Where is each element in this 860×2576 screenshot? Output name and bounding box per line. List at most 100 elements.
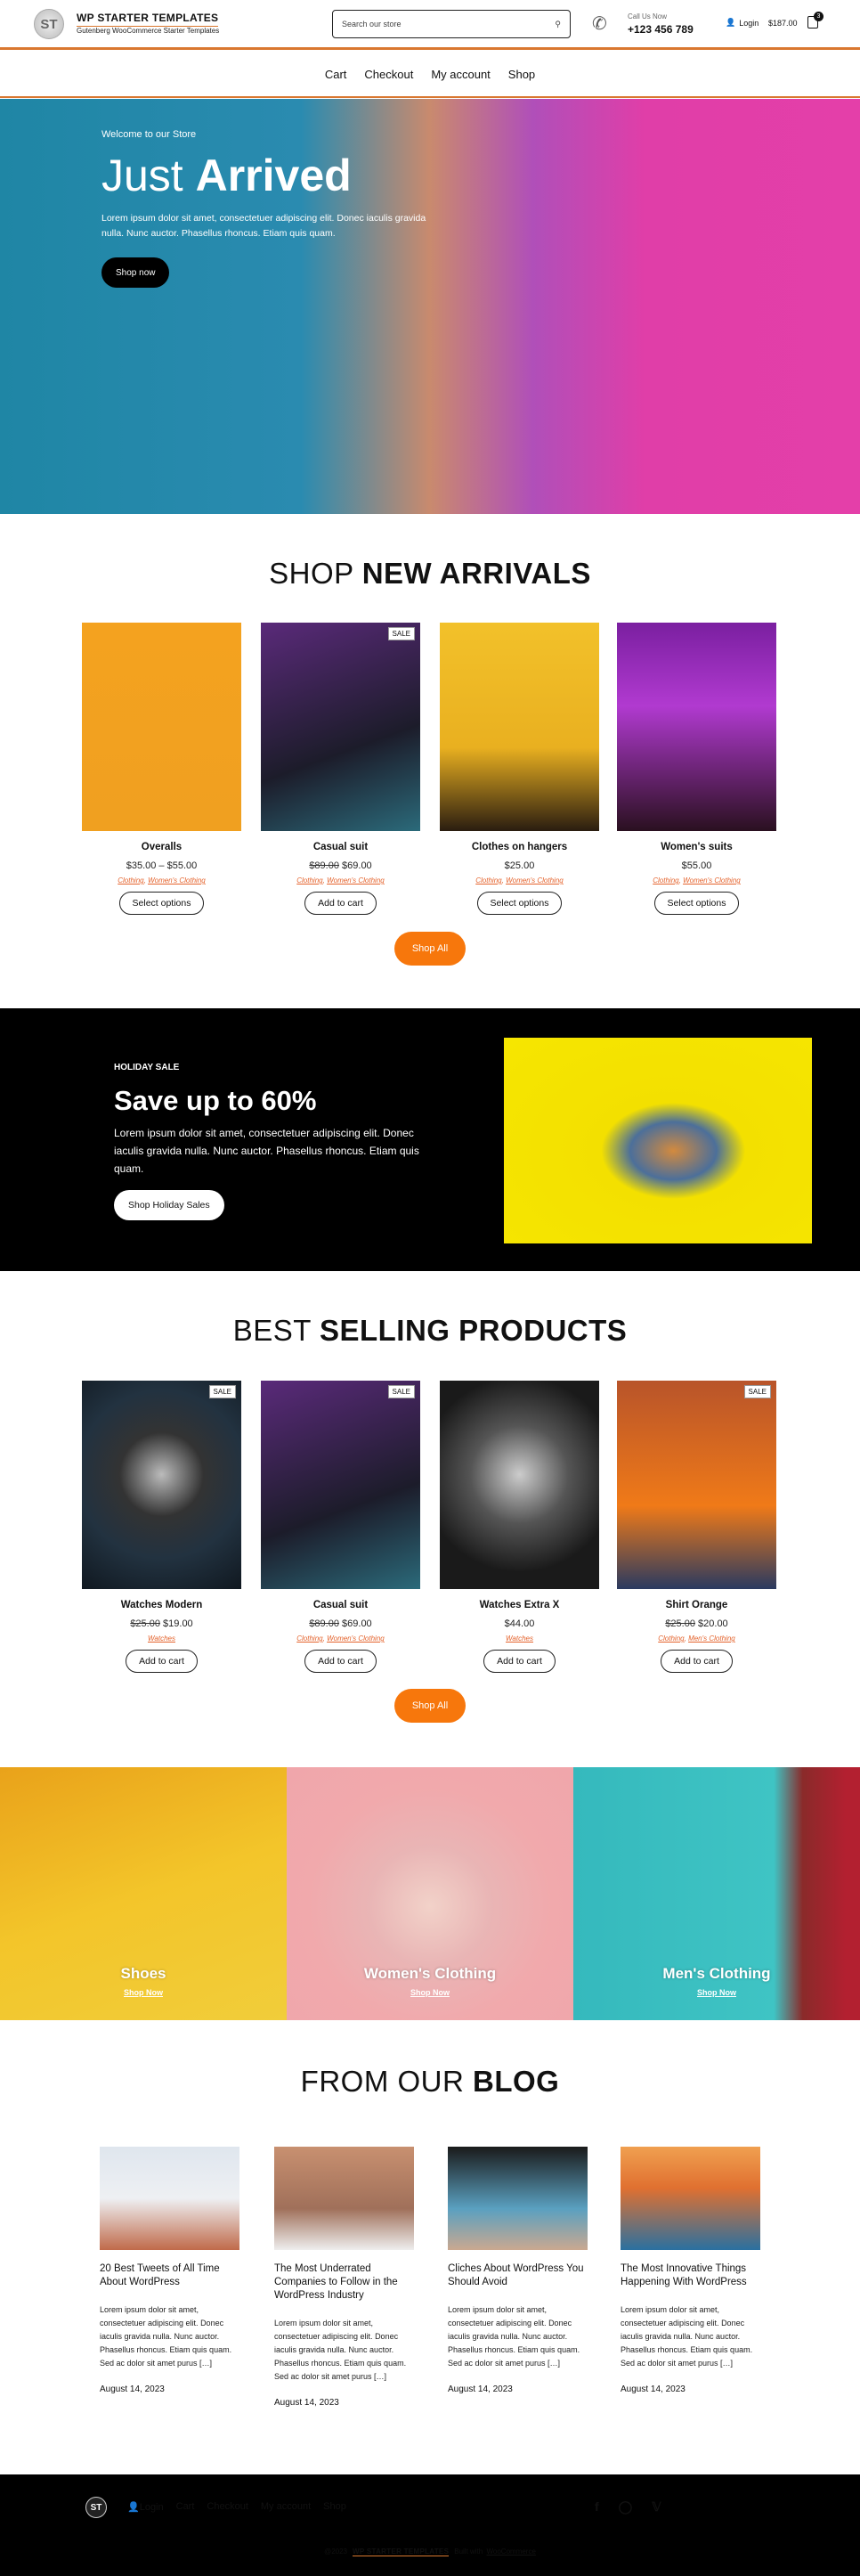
heading-bold: SELLING PRODUCTS [319, 1314, 628, 1347]
category-shoes[interactable]: Shoes Shop Now [0, 1767, 287, 2020]
product-image[interactable]: SALE [261, 623, 420, 831]
footer-nav-cart[interactable]: Cart [176, 2501, 195, 2513]
product-price: $55.00 [617, 860, 776, 871]
product-image[interactable]: SALE [261, 1381, 420, 1589]
product-action-button[interactable]: Add to cart [304, 1650, 377, 1673]
site-logo[interactable]: ST [34, 9, 64, 39]
category-name: Shoes [120, 1965, 166, 1982]
category-name: Women's Clothing [363, 1965, 497, 1982]
product-image[interactable] [617, 623, 776, 831]
facebook-icon[interactable]: f [595, 2499, 599, 2515]
product-categories: Clothing, Women's Clothing [475, 876, 564, 884]
category-link[interactable]: Clothing [118, 876, 143, 884]
category-link[interactable]: Clothing [658, 1634, 684, 1643]
footer-nav-checkout[interactable]: Checkout [207, 2501, 247, 2513]
product-action-button[interactable]: Add to cart [661, 1650, 733, 1673]
blog-post-title[interactable]: The Most Underrated Companies to Follow … [274, 2262, 417, 2303]
category-link[interactable]: Women's Clothing [327, 876, 385, 884]
product-name[interactable]: Women's suits [617, 842, 776, 852]
product-categories: Clothing, Men's Clothing [658, 1634, 735, 1643]
footer-logo[interactable]: ST [85, 2497, 107, 2518]
login-label: Login [739, 18, 759, 28]
old-price: $89.00 [309, 1618, 339, 1629]
nav-cart[interactable]: Cart [325, 68, 347, 81]
shop-all-button[interactable]: Shop All [394, 932, 466, 966]
product-categories: Clothing, Women's Clothing [653, 876, 741, 884]
product-image[interactable]: SALE [617, 1381, 776, 1589]
footer-nav-my-account[interactable]: My account [261, 2501, 311, 2513]
product-image[interactable] [82, 623, 241, 831]
twitter-icon[interactable]: 𝕍 [652, 2499, 661, 2515]
nav-shop[interactable]: Shop [508, 68, 535, 81]
current-price: $55.00 [681, 860, 712, 871]
search-input[interactable]: Search our store ⚲ [332, 10, 571, 38]
product-image[interactable]: SALE [82, 1381, 241, 1589]
category-shop-now-link[interactable]: Shop Now [573, 1988, 860, 1997]
shop-now-button[interactable]: Shop now [101, 257, 170, 288]
blog-post-excerpt: Lorem ipsum dolor sit amet, consectetuer… [621, 2305, 753, 2368]
footer-nav-shop[interactable]: Shop [323, 2501, 346, 2513]
category-womens-clothing[interactable]: Women's Clothing Shop Now [287, 1767, 573, 2020]
product-action-button[interactable]: Select options [476, 892, 563, 915]
shop-all-button[interactable]: Shop All [394, 1689, 466, 1723]
category-link[interactable]: Clothing [475, 876, 501, 884]
category-link[interactable]: Men's Clothing [688, 1634, 735, 1643]
blog-post-image[interactable] [621, 2147, 760, 2250]
product-action-button[interactable]: Select options [653, 892, 740, 915]
blog-post-image[interactable] [274, 2147, 414, 2250]
product-name[interactable]: Watches Modern [82, 1600, 241, 1610]
category-mens-clothing[interactable]: Men's Clothing Shop Now [573, 1767, 860, 2020]
product-name[interactable]: Clothes on hangers [440, 842, 599, 852]
category-name: Men's Clothing [662, 1965, 771, 1982]
footer-brand-link[interactable]: WP STARTER TEMPLATES [353, 2547, 450, 2556]
category-link[interactable]: Women's Clothing [148, 876, 206, 884]
category-link[interactable]: Clothing [296, 876, 322, 884]
blog-post-excerpt: Lorem ipsum dolor sit amet, consectetuer… [100, 2305, 232, 2368]
category-link[interactable]: Women's Clothing [327, 1634, 385, 1643]
product-name[interactable]: Watches Extra X [440, 1600, 599, 1610]
woocommerce-link[interactable]: WooCommerce [486, 2547, 535, 2556]
search-icon[interactable]: ⚲ [555, 20, 561, 29]
category-link[interactable]: Watches [506, 1634, 533, 1643]
nav-checkout[interactable]: Checkout [364, 68, 413, 81]
product-image[interactable] [440, 1381, 599, 1589]
login-link[interactable]: 👤 Login [726, 18, 759, 28]
product-action-button[interactable]: Add to cart [483, 1650, 556, 1673]
category-link[interactable]: Clothing [296, 1634, 322, 1643]
heading-light: FROM OUR [300, 2065, 473, 2098]
blog-post-title[interactable]: Cliches About WordPress You Should Avoid [448, 2262, 590, 2289]
category-shop-now-link[interactable]: Shop Now [0, 1988, 287, 1997]
product-price: $89.00 $69.00 [261, 860, 420, 871]
product-name[interactable]: Shirt Orange [617, 1600, 776, 1610]
blog-post-image[interactable] [448, 2147, 588, 2250]
instagram-icon[interactable]: ◯ [619, 2499, 633, 2515]
product-action-button[interactable]: Select options [118, 892, 205, 915]
product-image[interactable] [440, 623, 599, 831]
blog-post-date: August 14, 2023 [274, 2398, 339, 2408]
category-link[interactable]: Women's Clothing [683, 876, 741, 884]
shop-holiday-sales-button[interactable]: Shop Holiday Sales [114, 1190, 224, 1220]
blog-post-title[interactable]: 20 Best Tweets of All Time About WordPre… [100, 2262, 242, 2289]
phone-number[interactable]: +123 456 789 [628, 23, 694, 36]
site-title[interactable]: WP STARTER TEMPLATES [77, 12, 219, 27]
blog-post-image[interactable] [100, 2147, 239, 2250]
category-link[interactable]: Watches [148, 1634, 175, 1643]
blog-post-excerpt: Lorem ipsum dolor sit amet, consectetuer… [274, 2319, 407, 2381]
product-name[interactable]: Overalls [82, 842, 241, 852]
call-label: Call Us Now [628, 12, 668, 20]
old-price: $25.00 [665, 1618, 695, 1629]
footer-login[interactable]: 👤Login [127, 2501, 164, 2513]
product-name[interactable]: Casual suit [261, 1600, 420, 1610]
category-shop-now-link[interactable]: Shop Now [287, 1988, 573, 1997]
blog-post-title[interactable]: The Most Innovative Things Happening Wit… [621, 2262, 763, 2289]
category-link[interactable]: Women's Clothing [506, 876, 564, 884]
cart-total[interactable]: $187.00 [768, 19, 798, 28]
product-name[interactable]: Casual suit [261, 842, 420, 852]
new-arrivals-heading: SHOP NEW ARRIVALS [0, 557, 860, 591]
hero-title: Just Arrived [101, 150, 352, 201]
category-link[interactable]: Clothing [653, 876, 678, 884]
product-action-button[interactable]: Add to cart [304, 892, 377, 915]
product-action-button[interactable]: Add to cart [126, 1650, 198, 1673]
nav-my-account[interactable]: My account [431, 68, 490, 81]
product-card: Women's suits $55.00 Clothing, Women's C… [617, 623, 776, 915]
